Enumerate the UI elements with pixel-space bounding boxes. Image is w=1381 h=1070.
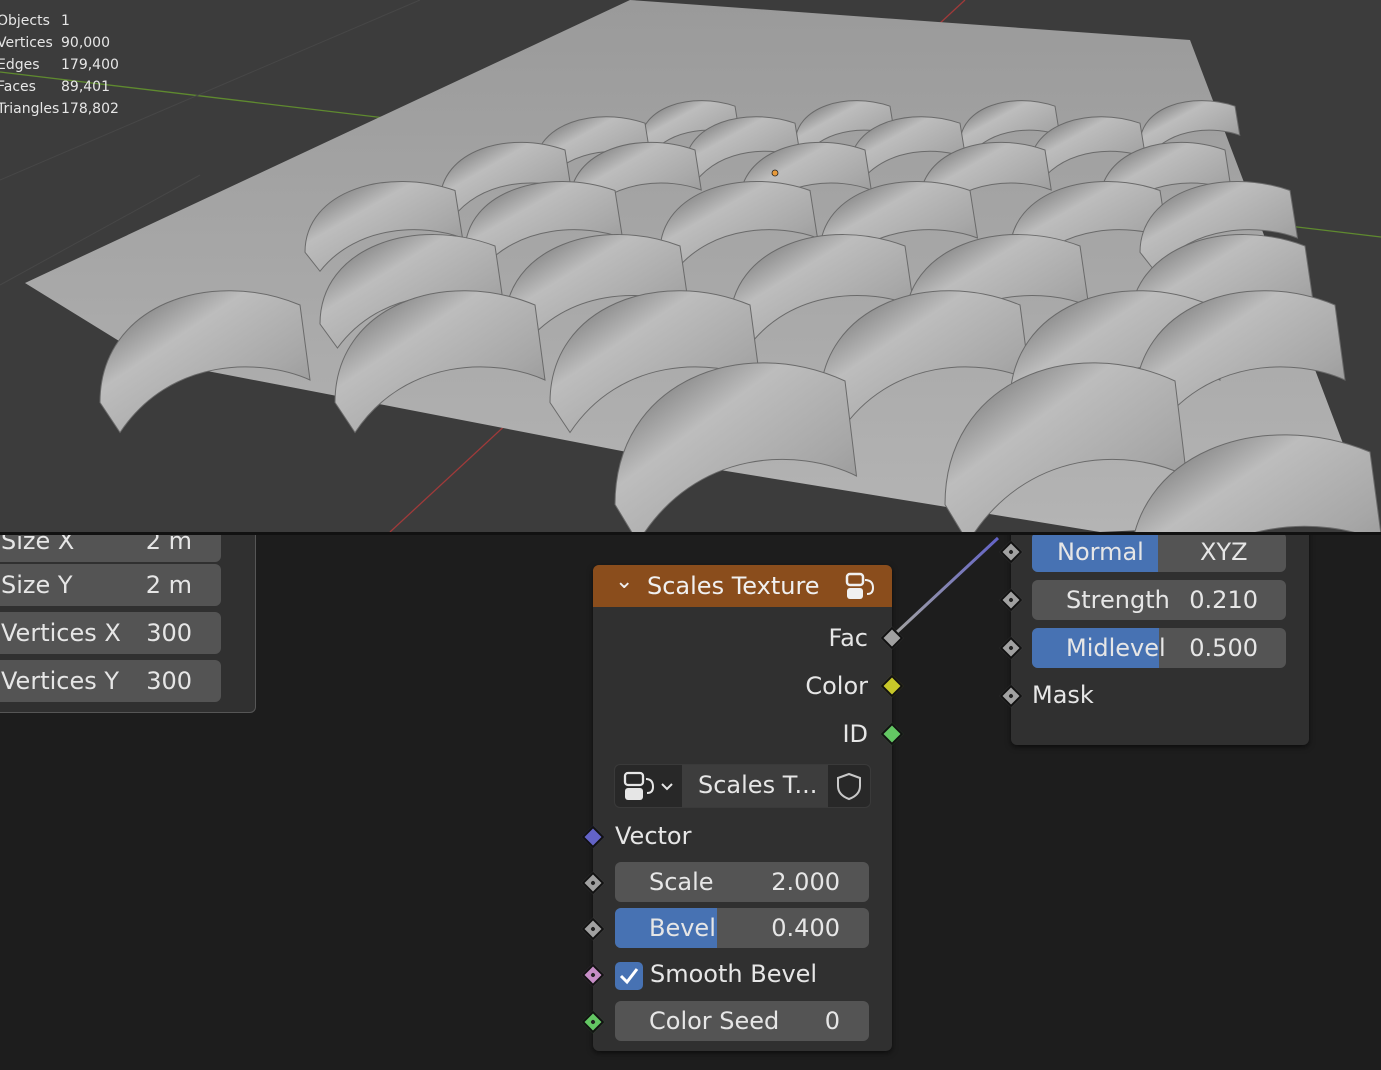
midlevel-value: 0.500: [1189, 634, 1258, 662]
stat-value: 89,401: [61, 79, 110, 95]
stat-value: 178,802: [61, 101, 119, 117]
stat-label: Faces: [0, 79, 36, 95]
smooth-bevel-label: Smooth Bevel: [650, 960, 818, 988]
scales-texture-node[interactable]: ⌄ Scales Texture Fac Color ID Scales T..…: [581, 565, 904, 1051]
bevel-value: 0.400: [771, 914, 840, 942]
node-group-icon[interactable]: [843, 570, 877, 602]
id-output-label: ID: [842, 720, 868, 748]
stat-value: 1: [61, 13, 70, 29]
color-seed-label: Color Seed: [649, 1007, 780, 1035]
3d-viewport[interactable]: Objects 1 Vertices 90,000 Edges 179,400 Fac…: [0, 0, 1381, 532]
checkmark-icon: [619, 968, 639, 985]
strength-label: Strength: [1066, 586, 1170, 614]
stat-label: Objects: [0, 13, 50, 29]
strength-field[interactable]: Strength 0.210: [1032, 580, 1286, 620]
color-seed-field[interactable]: Color Seed 0: [615, 1001, 869, 1041]
midlevel-label: Midlevel: [1066, 634, 1166, 662]
stat-value: 179,400: [61, 57, 119, 73]
scale-label: Scale: [649, 868, 714, 896]
scale-value: 2.000: [771, 868, 840, 896]
strength-value: 0.210: [1189, 586, 1258, 614]
smooth-bevel-checkbox[interactable]: [615, 962, 643, 990]
color-output-label: Color: [805, 672, 868, 700]
stat-label: Vertices: [0, 35, 53, 51]
bevel-label: Bevel: [649, 914, 716, 942]
scale-field[interactable]: Scale 2.000: [615, 862, 869, 902]
color-seed-value: 0: [824, 1007, 840, 1035]
stat-label: Edges: [0, 57, 40, 73]
node-group-selector[interactable]: Scales T...: [614, 764, 871, 808]
displacement-node[interactable]: Normal XYZ Strength 0.210 Midlevel 0.500…: [999, 535, 1309, 745]
shader-node-editor[interactable]: Size X 2 m Size Y 2 m Vertices X 300 Ver…: [0, 535, 1381, 1070]
stat-label: Triangles: [0, 101, 60, 117]
vector-input-label: Vector: [615, 822, 692, 850]
fake-user-shield-icon[interactable]: [833, 771, 865, 801]
stat-value: 90,000: [61, 35, 110, 51]
fac-to-height-link: [895, 536, 1000, 634]
mask-label: Mask: [1032, 681, 1094, 709]
bevel-slider[interactable]: Bevel 0.400: [615, 908, 869, 948]
space-xyz-option[interactable]: XYZ: [1200, 538, 1248, 566]
object-origin: [771, 169, 779, 177]
scales-mesh-render: [0, 0, 1381, 532]
space-toggle[interactable]: Normal XYZ: [1032, 535, 1286, 572]
midlevel-slider[interactable]: Midlevel 0.500: [1032, 628, 1286, 668]
collapse-chevron-icon[interactable]: ⌄: [615, 569, 633, 594]
node-group-name[interactable]: Scales T...: [698, 771, 817, 799]
space-normal-option[interactable]: Normal: [1057, 538, 1144, 566]
fac-output-label: Fac: [828, 624, 868, 652]
node-header[interactable]: ⌄ Scales Texture: [593, 565, 892, 607]
node-title: Scales Texture: [647, 572, 820, 600]
node-tree-browse-icon[interactable]: [621, 770, 681, 802]
